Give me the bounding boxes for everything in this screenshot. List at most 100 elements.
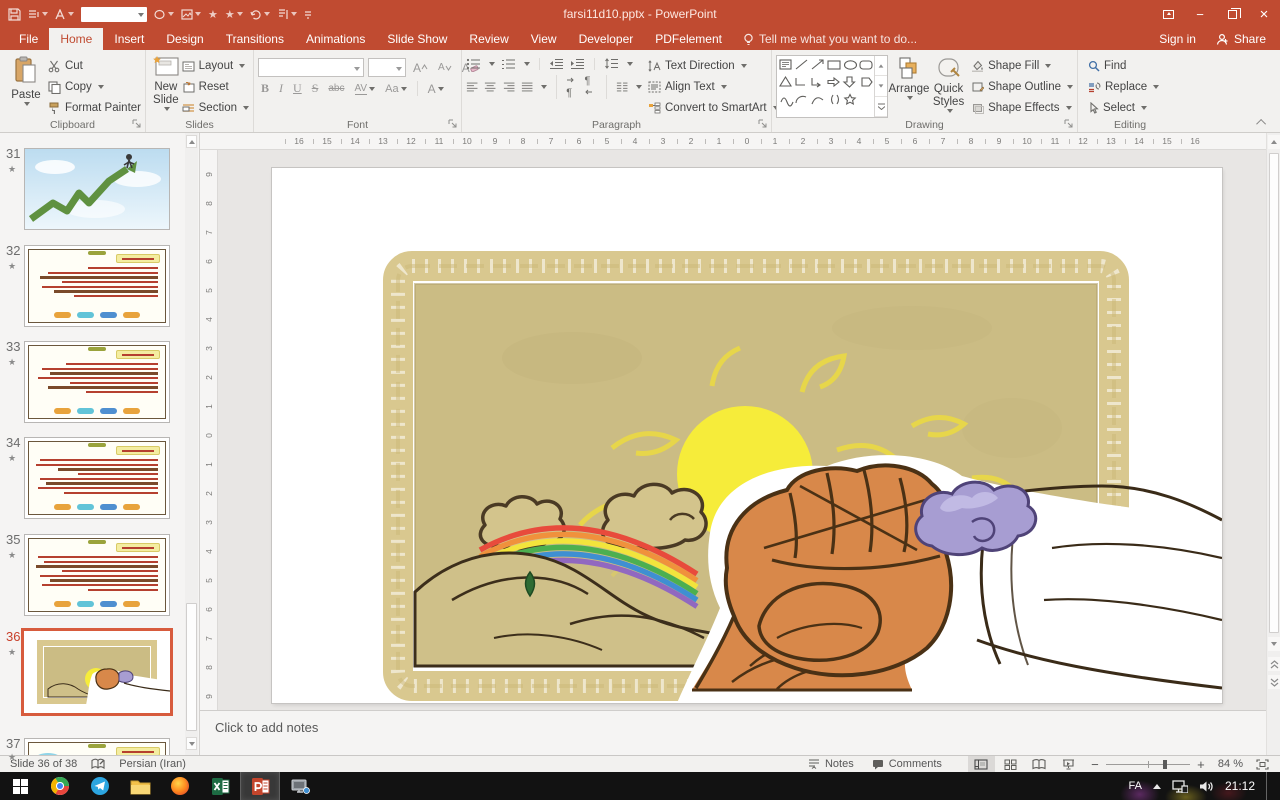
restore-button[interactable] <box>1216 0 1248 28</box>
qat-star-dropdown-icon[interactable]: ★ <box>225 8 243 21</box>
find-button[interactable]: Find <box>1088 57 1159 75</box>
drawing-dialog-launcher[interactable] <box>1064 119 1074 129</box>
shadow-strike-button[interactable]: S <box>309 81 322 96</box>
align-right-icon[interactable] <box>503 81 515 93</box>
font-size-combo[interactable] <box>368 58 406 77</box>
shape-gallery-scrollbar[interactable] <box>874 56 887 117</box>
qat-font-combo[interactable] <box>81 7 147 22</box>
chrome-taskbar-icon[interactable] <box>40 772 80 800</box>
copy-button[interactable]: Copy <box>48 78 141 96</box>
reading-view-button[interactable] <box>1026 756 1053 773</box>
rtl-text-direction-button[interactable]: ¶ <box>585 75 597 99</box>
firefox-taskbar-icon[interactable] <box>160 772 200 800</box>
ribbon-tab[interactable]: Transitions <box>215 28 295 50</box>
align-center-icon[interactable] <box>484 81 496 93</box>
ribbon-tab[interactable]: Home <box>49 28 103 50</box>
clock[interactable]: 21:12 <box>1225 779 1255 793</box>
thumbnail-scroll-down-arrow[interactable] <box>186 737 197 750</box>
input-language-indicator[interactable]: FA <box>1129 780 1142 792</box>
numbering-caret[interactable] <box>524 62 530 66</box>
bold-button[interactable]: B <box>258 81 272 96</box>
slide-thumbnail-37[interactable] <box>24 738 170 755</box>
layout-dropdown-caret[interactable] <box>239 64 245 68</box>
line-spacing-caret[interactable] <box>627 62 633 66</box>
save-icon[interactable] <box>8 8 21 21</box>
slide-thumbnail-34[interactable] <box>24 437 170 519</box>
thumbnail-scroll-up-arrow[interactable] <box>186 135 197 148</box>
layout-button[interactable]: Layout <box>182 57 249 75</box>
section-dropdown-caret[interactable] <box>243 106 249 110</box>
change-case-button[interactable]: Aa <box>382 83 409 95</box>
shape-effects-caret[interactable] <box>1066 106 1072 110</box>
align-left-icon[interactable] <box>466 81 478 93</box>
file-explorer-taskbar-icon[interactable] <box>120 772 160 800</box>
spell-check-icon[interactable] <box>91 758 105 770</box>
ribbon-tab[interactable]: Insert <box>103 28 155 50</box>
shape-outline-button[interactable]: Shape Outline <box>971 78 1073 96</box>
ribbon-tab[interactable]: Design <box>155 28 214 50</box>
ltr-text-direction-button[interactable]: ¶ <box>566 75 578 99</box>
align-text-caret[interactable] <box>721 85 727 89</box>
text-direction-button[interactable]: Text Direction <box>648 57 779 75</box>
reset-button[interactable]: Reset <box>182 78 249 96</box>
slideshow-view-button[interactable] <box>1055 756 1082 773</box>
ribbon-tab[interactable]: PDFelement <box>644 28 733 50</box>
shape-outline-caret[interactable] <box>1067 85 1073 89</box>
normal-view-button[interactable] <box>968 756 995 773</box>
paragraph-dialog-launcher[interactable] <box>758 119 768 129</box>
align-text-button[interactable]: Align Text <box>648 78 779 96</box>
share-button[interactable]: Share <box>1216 32 1266 46</box>
previous-slide-button[interactable] <box>1268 657 1280 671</box>
slide-thumbnail-35[interactable] <box>24 534 170 616</box>
qat-paragraph-icon[interactable] <box>277 9 297 20</box>
shape-gallery[interactable] <box>776 55 888 118</box>
decrease-indent-icon[interactable] <box>549 58 564 70</box>
zoom-out-button[interactable]: − <box>1090 757 1100 772</box>
ribbon-tab[interactable]: View <box>520 28 568 50</box>
arrange-caret[interactable] <box>907 96 913 100</box>
shape-fill-button[interactable]: Shape Fill <box>971 57 1073 75</box>
increase-indent-icon[interactable] <box>570 58 585 70</box>
telegram-taskbar-icon[interactable] <box>80 772 120 800</box>
collapse-ribbon-button[interactable] <box>1254 116 1270 128</box>
italic-button[interactable]: I <box>276 81 286 96</box>
cut-button[interactable]: Cut <box>48 57 141 75</box>
zoom-slider[interactable] <box>1106 756 1190 773</box>
notes-placeholder[interactable]: Click to add notes <box>200 711 1266 735</box>
slide-thumbnail-36-selected[interactable] <box>21 628 173 716</box>
next-slide-button[interactable] <box>1268 675 1280 689</box>
convert-to-smartart-button[interactable]: Convert to SmartArt <box>648 99 779 117</box>
slide-editing-area[interactable] <box>218 150 1266 710</box>
ribbon-tab[interactable]: Review <box>458 28 519 50</box>
qat-list-icon[interactable] <box>28 9 48 20</box>
start-button[interactable] <box>0 772 40 800</box>
show-desktop-button[interactable] <box>1266 772 1272 800</box>
qat-star-icon[interactable]: ★ <box>208 8 218 21</box>
slide-sorter-view-button[interactable] <box>997 756 1024 773</box>
new-slide-dropdown-caret[interactable] <box>164 107 170 111</box>
qat-font-icon[interactable] <box>55 9 74 20</box>
shape-fill-caret[interactable] <box>1045 64 1051 68</box>
ribbon-tab[interactable]: Slide Show <box>376 28 458 50</box>
scroll-up-arrow[interactable] <box>1268 135 1280 149</box>
font-dialog-launcher[interactable] <box>448 119 458 129</box>
scrollbar-thumb[interactable] <box>1269 153 1279 633</box>
select-button[interactable]: Select <box>1088 99 1159 117</box>
tell-me-box[interactable]: Tell me what you want to do... <box>743 28 917 50</box>
comments-toggle[interactable]: Comments <box>864 756 950 773</box>
fit-slide-to-window-button[interactable] <box>1249 756 1276 773</box>
ribbon-tab[interactable]: Developer <box>568 28 645 50</box>
underline-button[interactable]: U <box>290 81 305 96</box>
section-button[interactable]: Section <box>182 99 249 117</box>
slide-illustration[interactable] <box>272 168 1222 703</box>
line-spacing-icon[interactable] <box>604 58 619 70</box>
speaker-icon[interactable] <box>1199 780 1214 793</box>
select-caret[interactable] <box>1141 106 1147 110</box>
excel-taskbar-icon[interactable] <box>200 772 240 800</box>
zoom-control[interactable]: − + <box>1084 756 1212 773</box>
new-slide-button[interactable]: New Slide <box>150 53 182 111</box>
slide-thumbnail-33[interactable] <box>24 341 170 423</box>
bullets-caret[interactable] <box>489 62 495 66</box>
font-color-button[interactable]: A <box>425 82 447 96</box>
slide-thumbnail-32[interactable] <box>24 245 170 327</box>
